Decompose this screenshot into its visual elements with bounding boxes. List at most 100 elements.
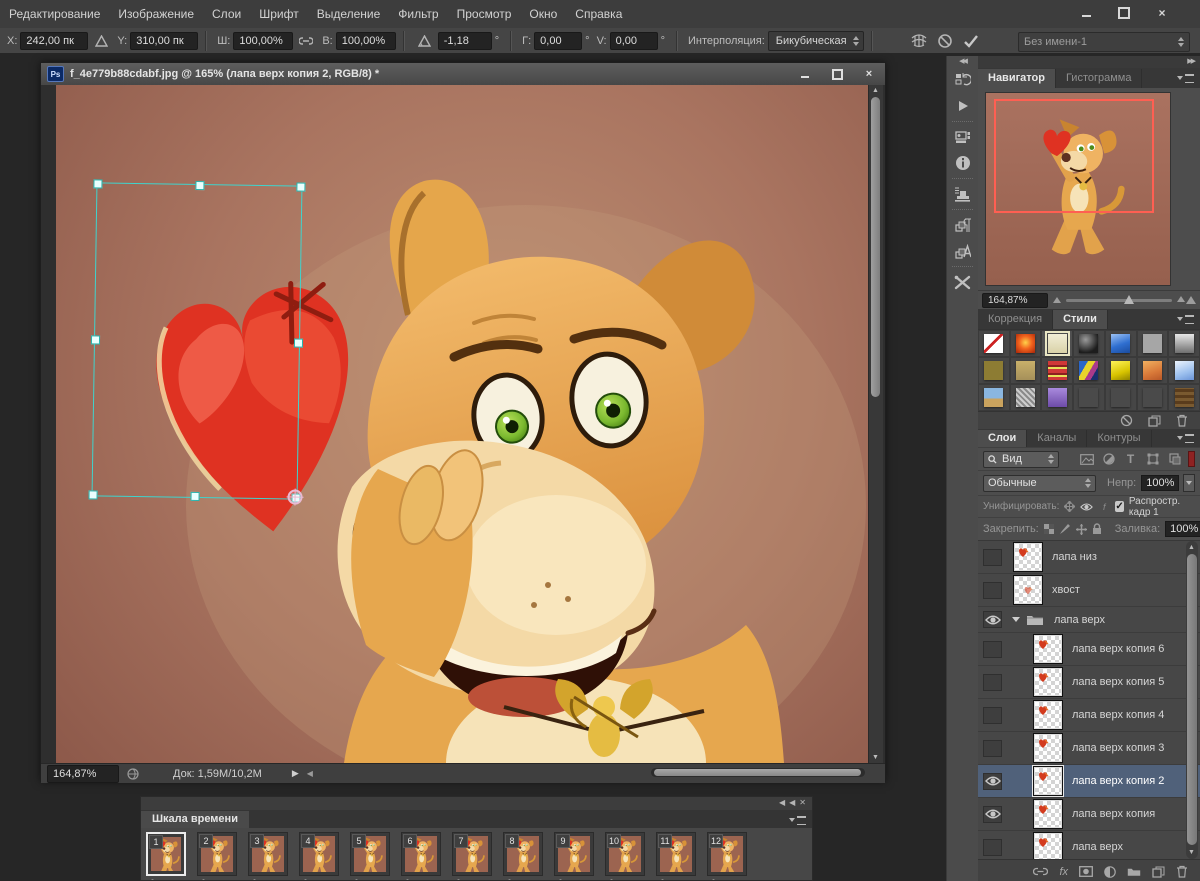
visibility-toggle[interactable]	[983, 806, 1002, 823]
transform-handle-middle-left[interactable]	[91, 335, 100, 344]
visibility-toggle[interactable]	[983, 582, 1002, 599]
style-swatch[interactable]	[978, 330, 1010, 357]
style-swatch[interactable]	[1041, 384, 1073, 411]
height-input[interactable]: 100,00%	[336, 32, 396, 50]
style-swatch[interactable]	[1073, 330, 1105, 357]
style-swatch[interactable]	[1168, 357, 1200, 384]
visibility-toggle[interactable]	[983, 641, 1002, 658]
y-input[interactable]: 310,00 пк	[130, 32, 198, 50]
style-swatch[interactable]	[1073, 357, 1105, 384]
unify-style-icon[interactable]: f	[1098, 499, 1110, 514]
scroll-left-icon[interactable]: ◀	[307, 769, 313, 778]
transform-handle-bottom-center[interactable]	[190, 492, 199, 501]
layer-thumbnail[interactable]	[1034, 668, 1062, 696]
scroll-up-icon[interactable]: ▲	[1188, 544, 1195, 551]
tab-paths[interactable]: Контуры	[1087, 430, 1151, 447]
menu-layers[interactable]: Слои	[203, 0, 250, 28]
style-swatch[interactable]	[1105, 384, 1137, 411]
lock-position-icon[interactable]	[1076, 522, 1087, 537]
layer-row[interactable]: лапа верх копия 5	[978, 666, 1200, 699]
menu-window[interactable]: Окно	[520, 0, 566, 28]
angle-input[interactable]: -1,18	[438, 32, 492, 50]
style-swatch[interactable]	[1010, 384, 1042, 411]
filter-toggle-switch[interactable]	[1188, 451, 1195, 467]
layer-thumbnail[interactable]	[1034, 800, 1062, 828]
navigator-proxy-preview[interactable]	[986, 93, 1170, 285]
opacity-dropdown-icon[interactable]	[1183, 474, 1195, 492]
tab-styles[interactable]: Стили	[1053, 310, 1108, 329]
animation-frame[interactable]: 9 0 с	[554, 832, 594, 881]
layer-group-row[interactable]: лапа верх	[978, 607, 1200, 633]
styles-panel-menu-icon[interactable]	[1177, 313, 1195, 325]
workspace-select[interactable]: Без имени-1	[1018, 32, 1190, 52]
navigator-view-box[interactable]	[994, 99, 1154, 213]
visibility-toggle[interactable]	[983, 839, 1002, 856]
layer-name[interactable]: лапа верх	[1054, 614, 1105, 626]
layer-name[interactable]: лапа верх	[1072, 841, 1123, 853]
frame-delay[interactable]: 0 с	[707, 876, 747, 881]
lock-pixels-brush-icon[interactable]	[1059, 522, 1071, 537]
filter-shape-layers-icon[interactable]	[1144, 452, 1161, 467]
menu-select[interactable]: Выделение	[308, 0, 390, 28]
paragraph-styles-panel-icon[interactable]	[947, 212, 978, 238]
layer-thumbnail[interactable]	[1034, 734, 1062, 762]
frame-delay[interactable]: 0 с	[299, 876, 339, 881]
animation-frame[interactable]: 4 0 с	[299, 832, 339, 881]
layer-name[interactable]: лапа верх копия 3	[1072, 742, 1164, 754]
animation-frame[interactable]: 7 0 с	[452, 832, 492, 881]
visibility-toggle[interactable]	[983, 773, 1002, 790]
fill-value[interactable]: 100%	[1165, 521, 1200, 537]
tab-adjustments[interactable]: Коррекция	[978, 310, 1053, 329]
tab-timeline[interactable]: Шкала времени	[141, 811, 249, 828]
frame-delay[interactable]: 0 с	[248, 876, 288, 881]
animation-frame[interactable]: 10 0 с	[605, 832, 645, 881]
visibility-toggle[interactable]	[983, 707, 1002, 724]
doc-close-button[interactable]: ×	[859, 67, 879, 81]
style-swatch[interactable]	[1137, 384, 1169, 411]
menu-type[interactable]: Шрифт	[250, 0, 307, 28]
menu-image[interactable]: Изображение	[109, 0, 203, 28]
free-transform-bounding-box[interactable]	[92, 182, 303, 499]
new-group-icon[interactable]	[1127, 866, 1141, 877]
unify-position-icon[interactable]	[1064, 499, 1075, 514]
layer-name[interactable]: лапа верх копия 5	[1072, 676, 1164, 688]
status-menu-arrow-icon[interactable]: ▶	[292, 768, 299, 779]
unify-visibility-icon[interactable]	[1080, 499, 1093, 514]
zoom-slider-thumb[interactable]	[1124, 295, 1134, 304]
blend-mode-select[interactable]: Обычные	[983, 475, 1096, 492]
opacity-value[interactable]: 100%	[1141, 475, 1179, 491]
tab-channels[interactable]: Каналы	[1027, 430, 1087, 447]
frame-delay[interactable]: 0 с	[503, 876, 543, 881]
layer-name[interactable]: лапа верх копия 2	[1072, 775, 1164, 787]
style-swatch[interactable]	[1105, 330, 1137, 357]
scroll-down-icon[interactable]: ▼	[872, 754, 879, 761]
vertical-scrollbar[interactable]: ▲ ▼	[868, 85, 883, 763]
new-style-icon[interactable]	[1148, 415, 1161, 427]
layer-row[interactable]: хвост	[978, 574, 1200, 607]
timeline-header[interactable]: ◀◀✕	[141, 797, 812, 810]
lock-transparency-icon[interactable]	[1044, 522, 1054, 537]
link-dimensions-icon[interactable]	[295, 31, 317, 51]
visibility-toggle[interactable]	[983, 740, 1002, 757]
app-close-button[interactable]: ×	[1150, 4, 1174, 22]
actions-panel-icon[interactable]	[947, 93, 978, 119]
layer-name[interactable]: лапа низ	[1052, 551, 1097, 563]
interpolation-select[interactable]: Бикубическая	[768, 31, 864, 51]
x-input[interactable]: 242,00 пк	[20, 32, 88, 50]
animation-frame[interactable]: 3 0 с	[248, 832, 288, 881]
warp-mode-icon[interactable]	[908, 31, 930, 51]
tab-layers[interactable]: Слои	[978, 430, 1027, 447]
layer-thumbnail[interactable]	[1034, 767, 1062, 795]
tab-histogram[interactable]: Гистограмма	[1056, 69, 1143, 88]
cancel-transform-icon[interactable]	[934, 31, 956, 51]
filter-pixel-layers-icon[interactable]	[1078, 452, 1095, 467]
document-title-bar[interactable]: Ps f_4e779b88cdabf.jpg @ 165% (лапа верх…	[41, 63, 885, 85]
commit-transform-icon[interactable]	[960, 31, 982, 51]
character-styles-panel-icon[interactable]	[947, 238, 978, 264]
clone-source-panel-icon[interactable]	[947, 181, 978, 207]
width-input[interactable]: 100,00%	[233, 32, 293, 50]
collapse-strip-icon[interactable]: ◀◀	[947, 56, 978, 67]
expand-dock-icon[interactable]: ▶▶	[978, 56, 1200, 68]
timeline-panel-menu-icon[interactable]	[789, 814, 807, 826]
hskew-input[interactable]: 0,00	[534, 32, 582, 50]
